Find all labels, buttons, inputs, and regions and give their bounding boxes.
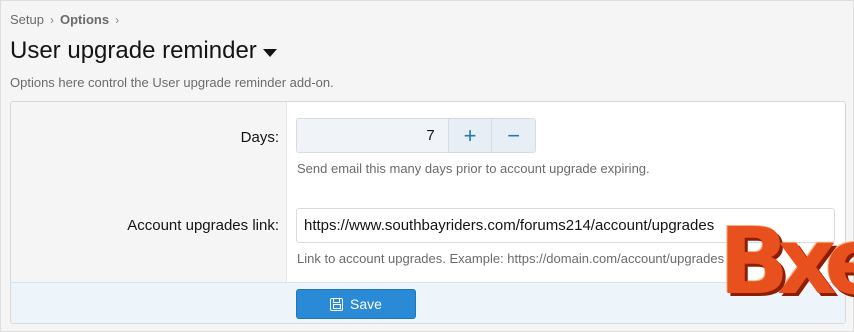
breadcrumb-chevron-icon: › (49, 12, 54, 27)
breadcrumb-chevron-icon: › (115, 12, 120, 27)
breadcrumb: Setup › Options › (10, 12, 119, 27)
save-button[interactable]: Save (296, 289, 416, 319)
options-page: Setup › Options › User upgrade reminder … (0, 0, 854, 332)
title-row[interactable]: User upgrade reminder (10, 37, 277, 65)
days-hint: Send email this many days prior to accou… (297, 161, 650, 176)
days-stepper: 7 + − (296, 118, 536, 153)
breadcrumb-item-options[interactable]: Options (60, 12, 109, 27)
watermark-logo: Bxen (719, 208, 854, 315)
page-title: User upgrade reminder (10, 37, 257, 64)
days-input[interactable]: 7 (297, 119, 448, 152)
caret-down-icon[interactable] (262, 48, 277, 57)
minus-icon: − (507, 122, 521, 148)
page-description: Options here control the User upgrade re… (10, 75, 334, 90)
decrement-button[interactable]: − (491, 119, 535, 152)
increment-button[interactable]: + (447, 119, 492, 152)
plus-icon: + (463, 122, 477, 148)
days-label: Days: (240, 129, 279, 146)
account-upgrades-link-label: Account upgrades link: (127, 217, 279, 234)
save-button-label: Save (350, 296, 382, 312)
save-icon (330, 297, 344, 311)
account-upgrades-link-hint: Link to account upgrades. Example: https… (297, 251, 725, 266)
breadcrumb-item-setup[interactable]: Setup (10, 12, 44, 27)
